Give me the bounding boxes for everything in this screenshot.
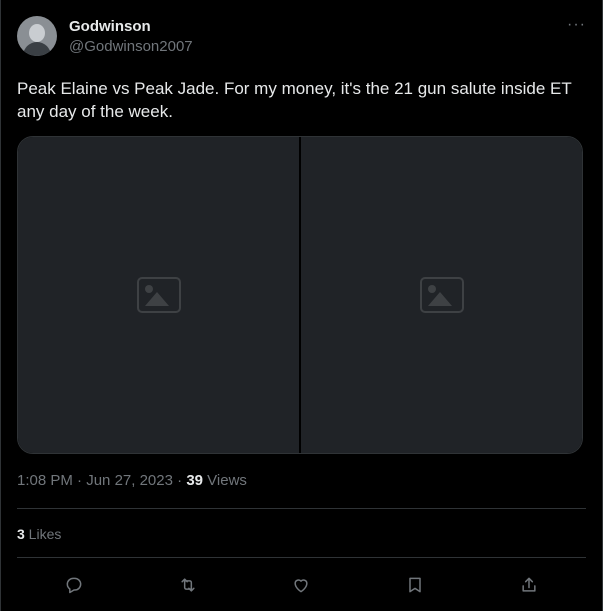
image-placeholder-icon	[136, 277, 181, 313]
share-icon	[522, 577, 536, 592]
media-item[interactable]	[18, 137, 299, 453]
retweet-icon	[181, 578, 195, 592]
tweet-detail-view: Godwinson @Godwinson2007 ··· Peak Elaine…	[0, 0, 603, 611]
display-name[interactable]: Godwinson	[69, 18, 151, 35]
reply-icon	[66, 577, 82, 594]
reply-button[interactable]	[57, 568, 91, 602]
bookmark-button[interactable]	[398, 568, 432, 602]
avatar[interactable]	[17, 16, 57, 56]
likes-label: Likes	[24, 526, 62, 542]
media-attachments	[17, 136, 583, 454]
views-count: 39	[186, 472, 203, 489]
retweet-button[interactable]	[171, 568, 205, 602]
bookmark-icon	[409, 577, 422, 593]
views-label: Views	[203, 472, 247, 489]
like-button[interactable]	[284, 568, 318, 602]
share-button[interactable]	[512, 568, 546, 602]
tweet-time[interactable]: 1:08 PM	[17, 472, 73, 489]
likes-count: 3	[17, 526, 25, 542]
divider	[17, 508, 586, 509]
tweet-text: Peak Elaine vs Peak Jade. For my money, …	[17, 79, 572, 121]
tweet-meta: 1:08 PM · Jun 27, 2023 · 39 Views	[17, 472, 247, 489]
media-item[interactable]	[301, 137, 582, 453]
like-icon	[294, 579, 309, 593]
tweet-date[interactable]: Jun 27, 2023	[86, 472, 173, 489]
user-handle[interactable]: @Godwinson2007	[69, 38, 193, 55]
divider	[17, 557, 586, 558]
more-icon[interactable]: ···	[567, 16, 586, 34]
tweet-header: Godwinson @Godwinson2007 ···	[17, 14, 586, 62]
likes-stat[interactable]: 3 Likes	[17, 526, 61, 542]
meta-separator: ·	[172, 472, 187, 489]
meta-separator: ·	[72, 472, 87, 489]
action-bar	[17, 568, 586, 602]
image-placeholder-icon	[419, 277, 464, 313]
